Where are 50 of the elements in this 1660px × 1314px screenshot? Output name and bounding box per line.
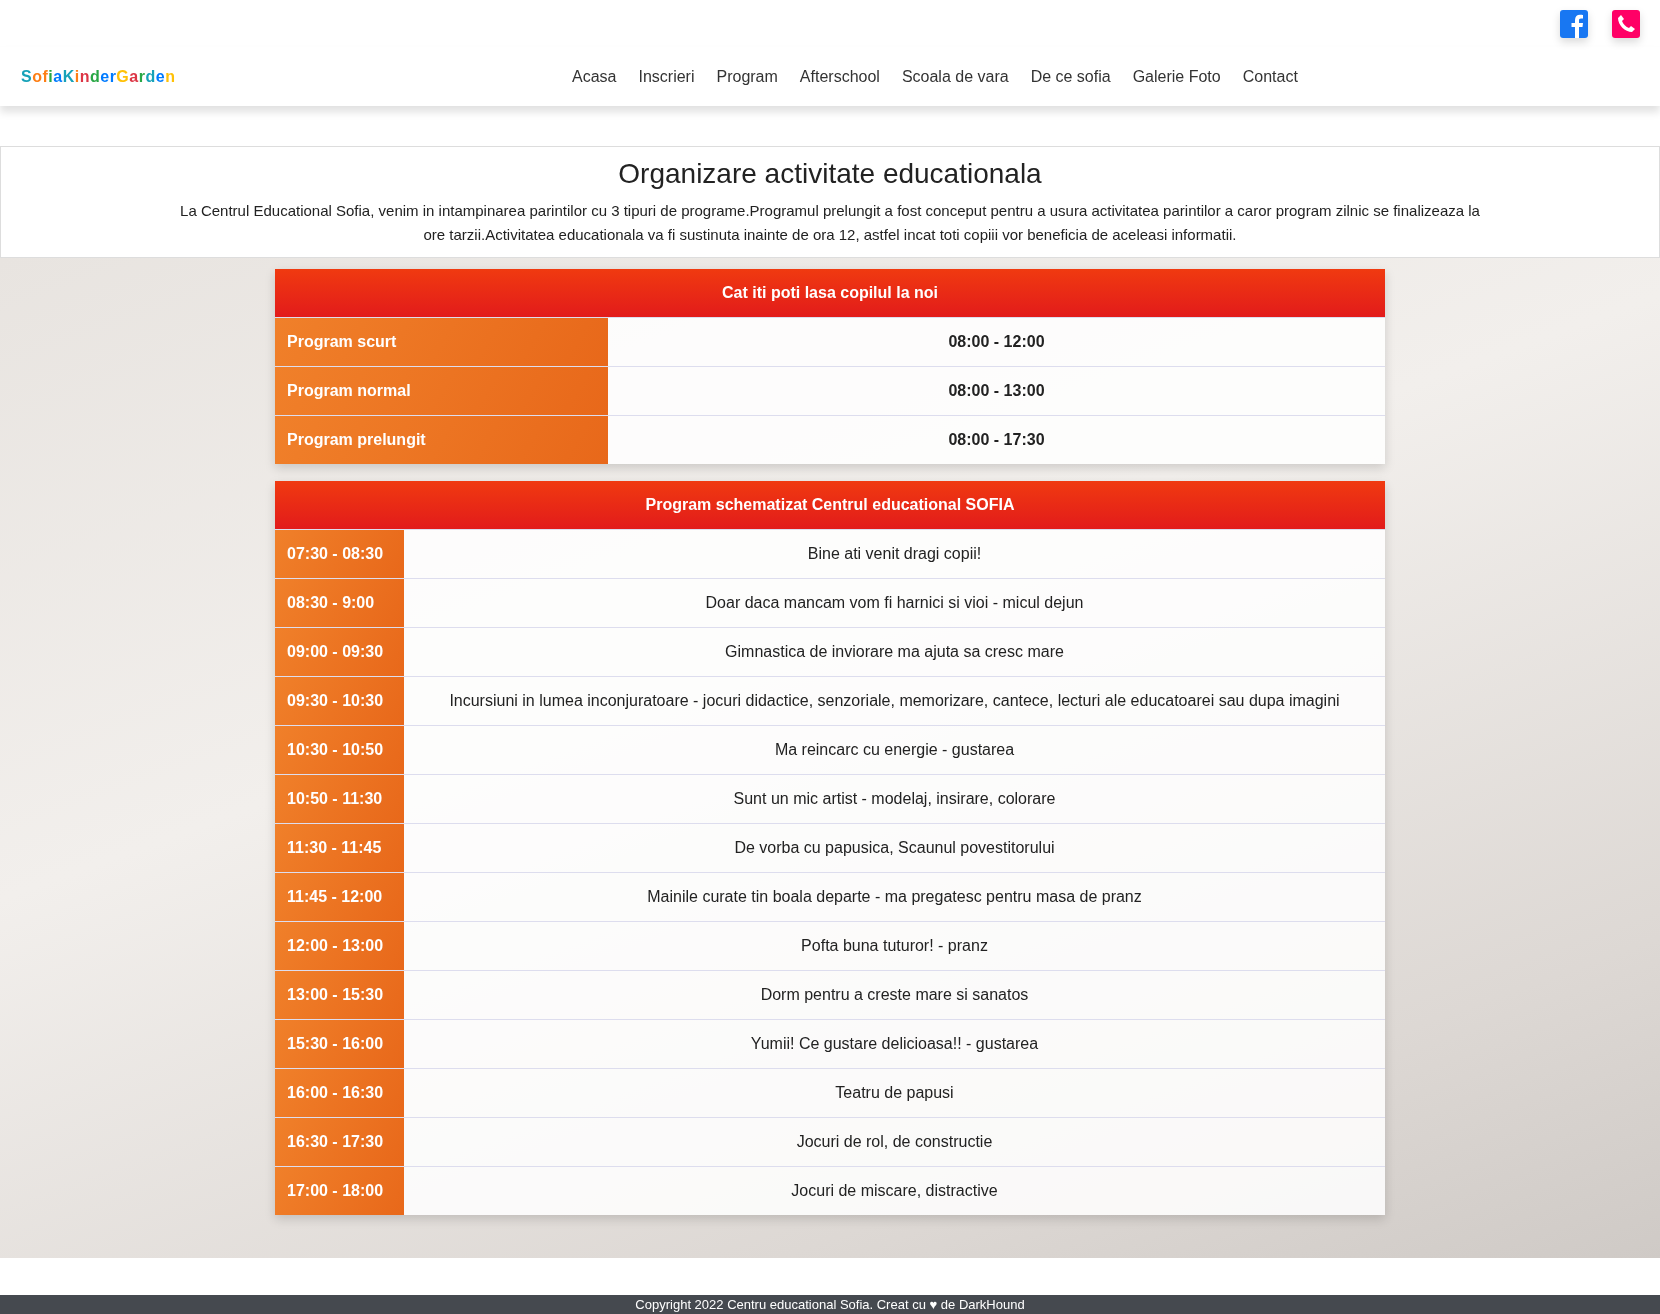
row-label: 16:00 - 16:30 bbox=[275, 1069, 404, 1117]
row-value: Doar daca mancam vom fi harnici si vioi - micul dejun bbox=[404, 579, 1385, 627]
nav-link[interactable]: Inscrieri bbox=[627, 64, 706, 89]
row-label: 15:30 - 16:00 bbox=[275, 1020, 404, 1068]
row-value: Yumii! Ce gustare delicioasa!! - gustarea bbox=[404, 1020, 1385, 1068]
row-value: De vorba cu papusica, Scaunul povestitorului bbox=[404, 824, 1385, 872]
row-value: Gimnastica de inviorare ma ajuta sa cresc mare bbox=[404, 628, 1385, 676]
footer-text: Copyright 2022 Centru educational Sofia. Creat cu ♥ de DarkHound bbox=[0, 1295, 1660, 1314]
row-value: 08:00 - 17:30 bbox=[608, 416, 1385, 464]
row-label: 10:30 - 10:50 bbox=[275, 726, 404, 774]
section-title: Organizare activitate educationala bbox=[617, 157, 1043, 191]
row-label: 11:30 - 11:45 bbox=[275, 824, 404, 872]
row-label: 08:30 - 9:00 bbox=[275, 579, 404, 627]
table-header: Program schematizat Centrul educational SOFIA bbox=[275, 481, 1385, 529]
row-value: 08:00 - 13:00 bbox=[608, 367, 1385, 415]
nav-link[interactable]: Afterschool bbox=[788, 64, 891, 89]
row-value: Mainile curate tin boala departe - ma pregatesc pentru masa de pranz bbox=[404, 873, 1385, 921]
row-label: Program scurt bbox=[275, 318, 608, 366]
nav-link[interactable]: Program bbox=[705, 64, 789, 89]
table-header: Cat iti poti lasa copilul la noi bbox=[275, 269, 1385, 317]
nav-link[interactable]: Contact bbox=[1231, 64, 1309, 89]
row-label: Program prelungit bbox=[275, 416, 608, 464]
row-label: 13:00 - 15:30 bbox=[275, 971, 404, 1019]
row-label: 09:00 - 09:30 bbox=[275, 628, 404, 676]
row-value: Dorm pentru a creste mare si sanatos bbox=[404, 971, 1385, 1019]
row-value: Jocuri de miscare, distractive bbox=[404, 1167, 1385, 1215]
phone-icon[interactable] bbox=[1612, 9, 1640, 38]
row-label: Program normal bbox=[275, 367, 608, 415]
row-label: 17:00 - 18:00 bbox=[275, 1167, 404, 1215]
nav-link[interactable]: Scoala de vara bbox=[890, 64, 1020, 89]
row-value: Teatru de papusi bbox=[404, 1069, 1385, 1117]
row-label: 10:50 - 11:30 bbox=[275, 775, 404, 823]
row-value: 08:00 - 12:00 bbox=[608, 318, 1385, 366]
row-value: Bine ati venit dragi copii! bbox=[404, 530, 1385, 578]
row-value: Jocuri de rol, de constructie bbox=[404, 1118, 1385, 1166]
row-value: Incursiuni in lumea inconjuratoare - jocuri didactice, senzoriale, memorizare, cantece, lecturi ale educatoarei sau dupa imagini bbox=[404, 677, 1385, 725]
row-value: Sunt un mic artist - modelaj, insirare, colorare bbox=[404, 775, 1385, 823]
row-label: 16:30 - 17:30 bbox=[275, 1118, 404, 1166]
row-label: 12:00 - 13:00 bbox=[275, 922, 404, 970]
intro-paragraph: La Centrul Educational Sofia, venim in intampinarea parintilor cu 3 tipuri de programe.Programul prelungit a fost conceput pentru a usura activitatea parintilor a caror program zilnic se finalizeaza la ore tarzii.Activitatea educationala va fi sustinuta inainte de ora 12, astfel incat toti copiii vor beneficia de aceleasi informatii. bbox=[179, 200, 1481, 245]
row-label: 09:30 - 10:30 bbox=[275, 677, 404, 725]
nav-link[interactable]: Galerie Foto bbox=[1121, 64, 1232, 89]
site-logo[interactable]: SofiaKinderGarden bbox=[21, 64, 561, 89]
nav-link[interactable]: Acasa bbox=[561, 64, 628, 89]
row-value: Pofta buna tuturor! - pranz bbox=[404, 922, 1385, 970]
row-value: Ma reincarc cu energie - gustarea bbox=[404, 726, 1385, 774]
facebook-icon[interactable] bbox=[1560, 9, 1588, 38]
row-label: 07:30 - 08:30 bbox=[275, 530, 404, 578]
nav-link[interactable]: De ce sofia bbox=[1019, 64, 1122, 89]
row-label: 11:45 - 12:00 bbox=[275, 873, 404, 921]
